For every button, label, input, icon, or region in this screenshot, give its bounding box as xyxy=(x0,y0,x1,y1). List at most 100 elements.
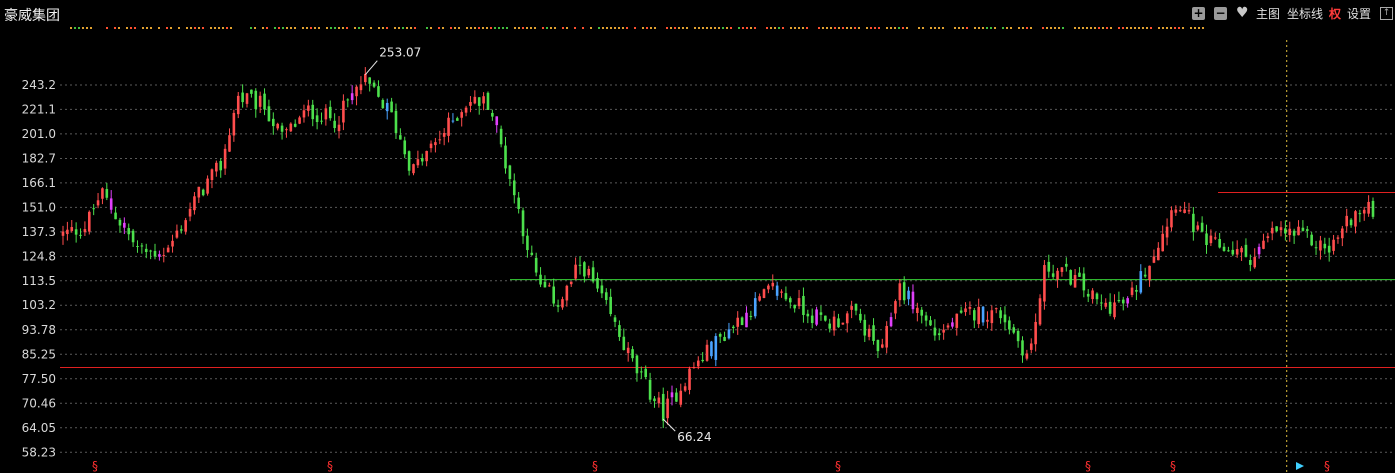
candle-body xyxy=(850,306,853,310)
candle-body xyxy=(491,112,494,117)
zoom-in-button[interactable]: + xyxy=(1192,7,1205,20)
candle-body xyxy=(758,296,761,301)
zoom-out-button[interactable]: − xyxy=(1214,7,1227,20)
candle-body xyxy=(1108,301,1112,314)
chart-header: 豪威集团 + − ♥ 主图 坐标线 权 设置 ↑ xyxy=(0,0,1395,30)
candle-body xyxy=(276,123,279,129)
candle-body xyxy=(254,90,258,110)
candle-body xyxy=(1113,302,1116,318)
candle-body xyxy=(1174,209,1178,213)
y-tick-label: 124.8 xyxy=(22,249,56,263)
candle-body xyxy=(1327,245,1331,253)
candle-body xyxy=(898,283,902,301)
candle-body xyxy=(859,313,862,321)
candle-body xyxy=(1257,246,1261,255)
candle-body xyxy=(876,339,880,352)
candle-body xyxy=(495,116,499,126)
candle-body xyxy=(1095,293,1099,300)
y-tick-label: 151.0 xyxy=(22,200,56,214)
y-axis: 243.2 221.1 201.0 182.7 166.1 151.0 137.3 124.8… xyxy=(22,78,56,459)
candle-body xyxy=(92,208,95,210)
candle-body xyxy=(1336,237,1340,239)
candle-body xyxy=(990,310,994,324)
y-tick-label: 243.2 xyxy=(22,78,56,92)
candle-body xyxy=(867,328,871,337)
candle-body xyxy=(1266,236,1270,238)
candle-body xyxy=(841,322,845,325)
y-tick-label: 137.3 xyxy=(22,225,56,239)
candle-body xyxy=(245,93,249,104)
candle-body xyxy=(920,309,924,316)
heart-icon[interactable]: ♥ xyxy=(1236,5,1249,21)
rights-adjust-button[interactable]: 权 xyxy=(1329,6,1341,22)
candle-body xyxy=(464,107,468,113)
candle-body xyxy=(574,264,577,279)
candle-body xyxy=(228,135,231,152)
candle-body xyxy=(469,101,472,106)
candle-body xyxy=(166,247,170,253)
candle-body xyxy=(955,313,959,328)
candle-body xyxy=(79,234,82,236)
candle-body xyxy=(924,315,928,321)
candle-body xyxy=(688,368,691,390)
candle-body xyxy=(342,100,345,123)
candle-body xyxy=(534,257,538,273)
candle-body xyxy=(328,106,332,119)
main-chart-button[interactable]: 主图 xyxy=(1256,6,1280,22)
candle-body xyxy=(797,298,801,307)
candle-body xyxy=(1310,234,1313,246)
settings-button[interactable]: 设置 xyxy=(1347,6,1371,22)
candle-body xyxy=(149,250,152,252)
candle-body xyxy=(880,344,884,348)
candle-body xyxy=(824,315,827,321)
candle-body xyxy=(780,291,783,293)
candle-body xyxy=(806,313,810,317)
candle-body xyxy=(206,178,209,194)
candle-body xyxy=(131,230,135,243)
collapse-up-icon[interactable]: ↑ xyxy=(1380,7,1393,20)
candle-body xyxy=(517,197,520,209)
candle-body xyxy=(657,397,661,404)
candle-body xyxy=(1152,256,1156,263)
candle-body xyxy=(1209,235,1213,244)
candle-body xyxy=(114,212,117,220)
candle-body xyxy=(399,135,402,140)
candle-body xyxy=(810,315,814,323)
annotation-arrow xyxy=(364,60,378,76)
candle-body xyxy=(258,95,262,107)
candle-body xyxy=(1235,249,1239,255)
candle-body xyxy=(1231,249,1235,255)
candle-body xyxy=(696,360,700,367)
candle-body xyxy=(1069,270,1072,285)
candle-body xyxy=(973,310,976,321)
y-tick-label: 85.25 xyxy=(22,347,56,361)
candle-body xyxy=(543,281,547,288)
candle-body xyxy=(140,245,144,247)
candle-body xyxy=(425,150,428,162)
candle-body xyxy=(429,143,433,149)
candle-body xyxy=(670,392,674,398)
candle-body xyxy=(302,110,306,118)
candle-body xyxy=(1178,210,1182,212)
candle-body xyxy=(346,99,350,101)
candle-body xyxy=(692,367,696,369)
candle-body xyxy=(583,262,586,277)
candle-body xyxy=(1262,240,1265,249)
candle-body xyxy=(604,292,608,301)
y-tick-label: 182.7 xyxy=(22,151,56,165)
event-marker: § xyxy=(835,459,841,473)
candle-body xyxy=(390,101,393,113)
candle-body xyxy=(1157,247,1160,261)
annotation-label: 253.07 xyxy=(379,46,421,60)
axis-line-button[interactable]: 坐标线 xyxy=(1287,6,1323,22)
candle-body xyxy=(241,92,244,103)
candle-body xyxy=(526,235,529,251)
candle-body xyxy=(1038,298,1042,325)
candle-body xyxy=(162,255,166,257)
candle-body xyxy=(561,299,564,308)
candle-body xyxy=(1362,209,1366,214)
candle-body xyxy=(854,303,858,311)
candle-body xyxy=(1345,215,1349,227)
candle-body xyxy=(1078,272,1081,277)
candlestick-chart[interactable]: 243.2 221.1 201.0 182.7 166.1 151.0 137.3 124.8… xyxy=(0,0,1395,473)
